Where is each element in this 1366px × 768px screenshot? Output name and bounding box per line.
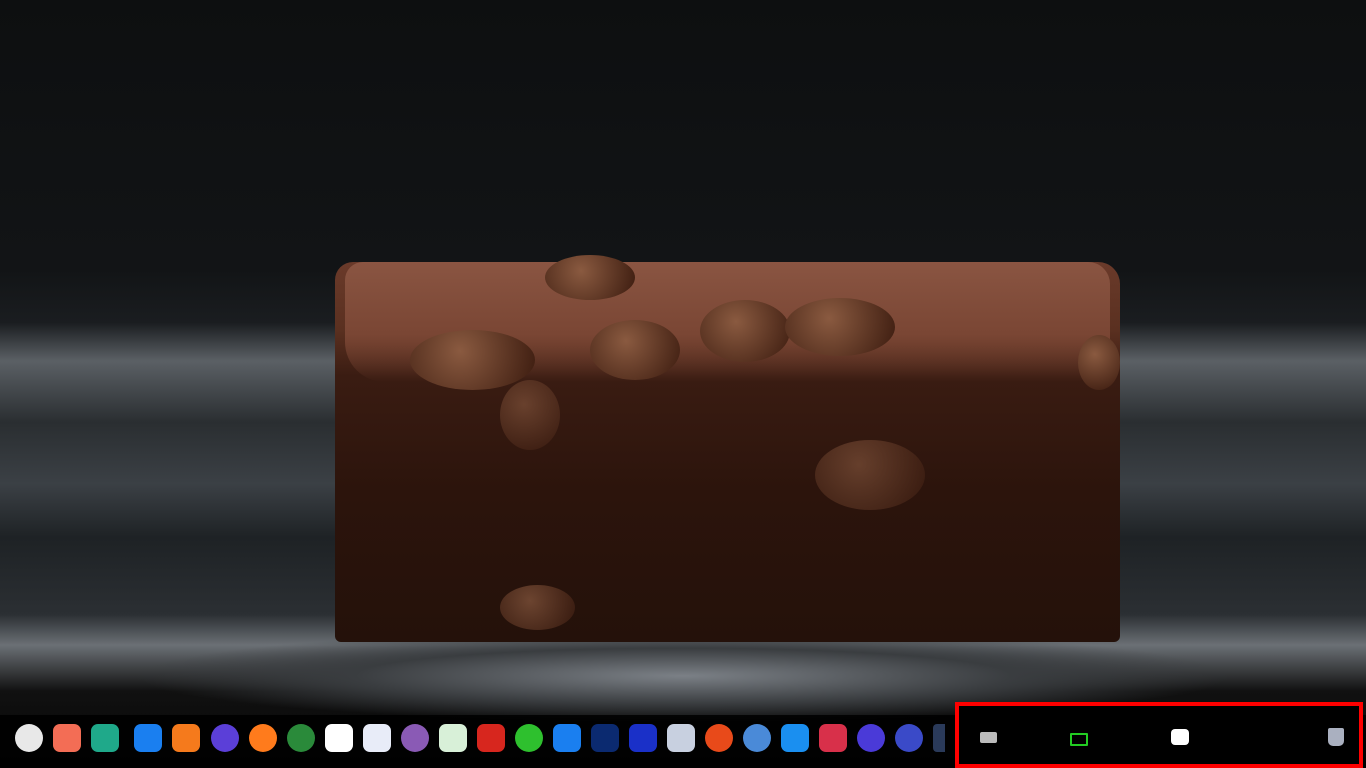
launcher-icon[interactable] (15, 724, 43, 752)
multitasking-view-icon[interactable] (53, 724, 81, 752)
app-store-icon[interactable] (134, 724, 162, 752)
shopping-bag-icon[interactable] (172, 724, 200, 752)
wallpaper-walnut (1078, 335, 1120, 390)
show-desktop-icon[interactable] (91, 724, 119, 752)
chat-bubble-icon[interactable] (553, 724, 581, 752)
vscode-icon[interactable] (933, 724, 945, 752)
trash-icon[interactable] (1328, 728, 1344, 746)
feishu-icon[interactable] (363, 724, 391, 752)
terminal-icon[interactable] (819, 724, 847, 752)
wallpaper-walnut (815, 440, 925, 510)
wallpaper-walnut (545, 255, 635, 300)
screenshot-icon[interactable] (1070, 733, 1088, 746)
system-monitor-icon[interactable] (857, 724, 885, 752)
photoshop-icon[interactable] (591, 724, 619, 752)
downloader-icon[interactable] (781, 724, 809, 752)
wallpaper-walnut (700, 300, 790, 362)
chrome-icon[interactable] (287, 724, 315, 752)
settings-icon[interactable] (895, 724, 923, 752)
remote-app-icon[interactable] (743, 724, 771, 752)
baidu-netdisk-icon[interactable] (325, 724, 353, 752)
wechat-icon[interactable] (515, 724, 543, 752)
onscreen-keyboard-icon[interactable] (980, 732, 997, 743)
wallpaper-walnut (500, 380, 560, 450)
wallpaper-walnut (590, 320, 680, 380)
music-download-icon[interactable] (439, 724, 467, 752)
audacity-icon[interactable] (629, 724, 657, 752)
wallpaper-walnut (785, 298, 895, 356)
wallpaper-walnut (410, 330, 535, 390)
netease-music-icon[interactable] (477, 724, 505, 752)
tray-highlight-box (955, 702, 1363, 768)
document-viewer-icon[interactable] (667, 724, 695, 752)
wallpaper-walnut (500, 585, 575, 630)
desktop-wallpaper (0, 0, 1366, 768)
firefox-icon[interactable] (249, 724, 277, 752)
screen-recorder-icon[interactable] (705, 724, 733, 752)
disk-utility-icon[interactable] (401, 724, 429, 752)
browser-icon[interactable] (211, 724, 239, 752)
input-method-icon[interactable] (1171, 729, 1189, 745)
